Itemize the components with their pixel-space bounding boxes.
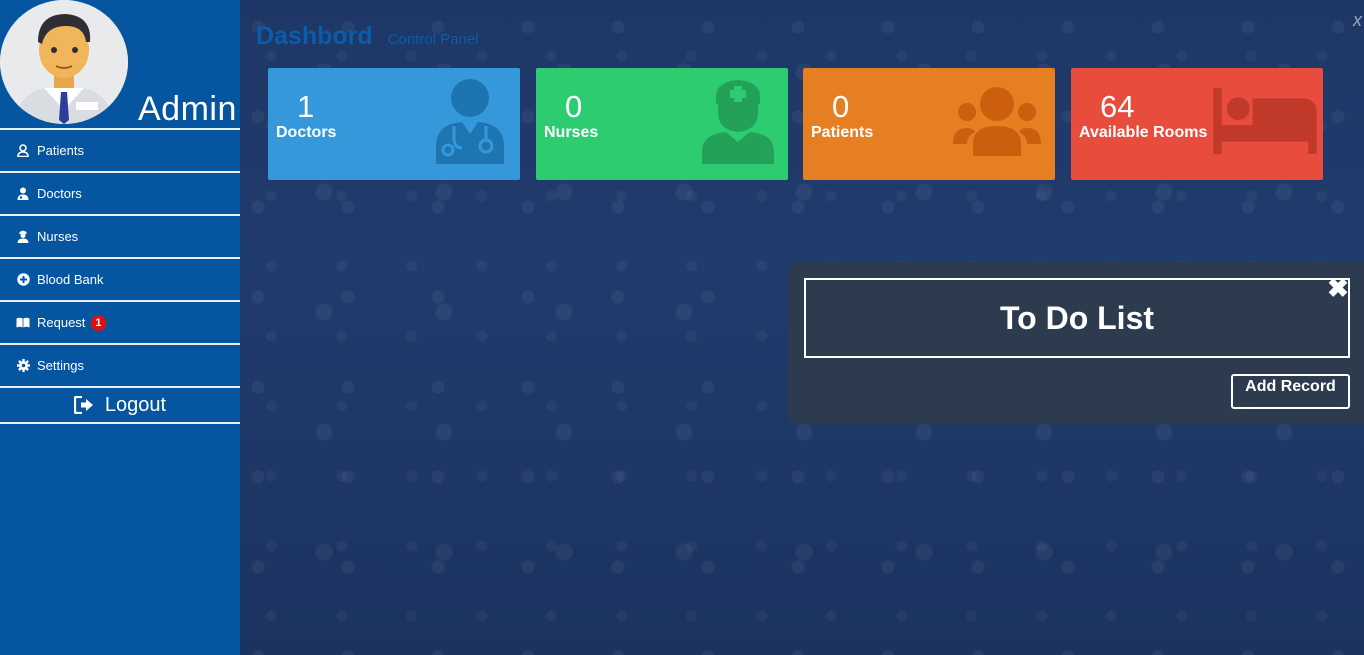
sidebar-item-label: Nurses	[37, 229, 79, 244]
stat-value: 1	[297, 89, 315, 124]
sidebar-item-label: Request	[37, 315, 86, 330]
logout-button[interactable]: Logout	[0, 386, 240, 424]
stat-card-nurses[interactable]: 0 Nurses	[536, 68, 788, 180]
stat-value: 0	[565, 89, 583, 124]
sidebar-item-label: Settings	[37, 358, 84, 373]
users-icon	[953, 87, 1041, 156]
window-close-icon[interactable]: x	[1353, 10, 1362, 31]
stat-card-patients[interactable]: 0 Patients	[803, 68, 1055, 180]
notification-badge: 1	[91, 314, 106, 331]
sidebar-item-blood-bank[interactable]: Blood Bank	[0, 257, 240, 300]
sidebar-item-label: Blood Bank	[37, 272, 104, 287]
sidebar-item-label: Doctors	[37, 186, 82, 201]
sidebar-item-nurses[interactable]: Nurses	[0, 214, 240, 257]
logout-label: Logout	[104, 393, 167, 416]
page-subtitle: Control Panel	[387, 31, 479, 48]
profile-section: Admin	[0, 0, 240, 128]
sidebar-item-patients[interactable]: Patients	[0, 128, 240, 171]
sidebar-item-label: Patients	[37, 143, 84, 158]
stat-label: Available Rooms	[1079, 124, 1208, 141]
user-icon	[16, 144, 30, 158]
stat-card-doctors[interactable]: 1 Doctors	[268, 68, 520, 180]
stat-value: 64	[1100, 89, 1135, 124]
nurse-icon	[16, 230, 30, 244]
add-record-button[interactable]: Add Record	[1231, 374, 1350, 409]
todo-panel: To Do List ✖ Add Record	[788, 262, 1364, 424]
sidebar-item-request[interactable]: Request 1	[0, 300, 240, 343]
gear-icon	[16, 359, 30, 373]
page-title: Dashbord	[256, 22, 373, 50]
plus-circle-icon	[16, 273, 30, 287]
stat-card-available-rooms[interactable]: 64 Available Rooms	[1071, 68, 1323, 180]
todo-title: To Do List	[999, 299, 1155, 336]
todo-header-box: To Do List	[804, 278, 1350, 358]
doctor-icon	[436, 79, 504, 164]
sidebar: Admin Patients Doctors Nurses Blood Bank	[0, 0, 240, 655]
stat-label: Nurses	[544, 124, 599, 141]
doctor-icon	[16, 187, 30, 201]
stat-value: 0	[832, 89, 850, 124]
close-icon[interactable]: ✖	[1326, 275, 1350, 301]
page-header: Dashbord Control Panel	[256, 22, 479, 51]
sidebar-item-settings[interactable]: Settings	[0, 343, 240, 386]
sidebar-menu: Patients Doctors Nurses Blood Bank Reque…	[0, 128, 240, 424]
book-icon	[16, 316, 30, 330]
avatar	[0, 0, 128, 124]
sidebar-item-doctors[interactable]: Doctors	[0, 171, 240, 214]
nurse-icon	[702, 80, 774, 164]
sign-out-icon	[73, 395, 94, 415]
admin-name: Admin	[138, 90, 237, 128]
stat-label: Patients	[811, 124, 874, 141]
stat-label: Doctors	[276, 124, 337, 141]
bed-icon	[1213, 88, 1317, 154]
